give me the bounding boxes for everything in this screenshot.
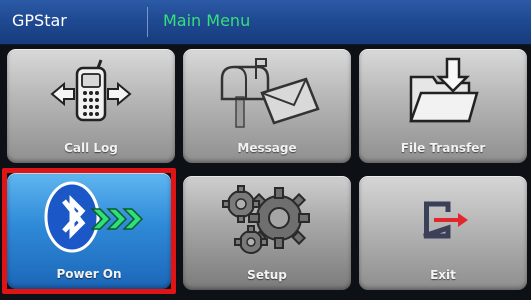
phone-transfer-icon xyxy=(7,55,175,131)
menu-item-file-transfer[interactable]: File Transfer xyxy=(359,49,527,163)
title-bar: GPStar Main Menu xyxy=(0,0,531,45)
menu-item-label: File Transfer xyxy=(400,141,486,155)
exit-icon xyxy=(359,182,527,258)
device-screen: GPStar Main Menu Call Log Message File T… xyxy=(0,0,531,300)
menu-item-setup[interactable]: Setup xyxy=(183,176,351,290)
menu-item-message[interactable]: Message xyxy=(183,49,351,163)
gears-icon xyxy=(183,182,351,258)
menu-item-exit[interactable]: Exit xyxy=(359,176,527,290)
menu-item-label: Power On xyxy=(56,267,122,281)
menu-item-label: Call Log xyxy=(64,141,118,155)
menu-item-label: Exit xyxy=(430,268,456,282)
menu-item-label: Setup xyxy=(247,268,287,282)
screen-title: Main Menu xyxy=(163,11,251,30)
menu-item-power-on[interactable]: Power On xyxy=(7,173,171,289)
folder-download-icon xyxy=(359,55,527,131)
title-divider xyxy=(147,7,148,37)
bluetooth-icon xyxy=(7,179,171,255)
app-name: GPStar xyxy=(12,11,67,30)
mailbox-envelope-icon xyxy=(183,55,351,131)
menu-item-call-log[interactable]: Call Log xyxy=(7,49,175,163)
menu-item-label: Message xyxy=(237,141,297,155)
